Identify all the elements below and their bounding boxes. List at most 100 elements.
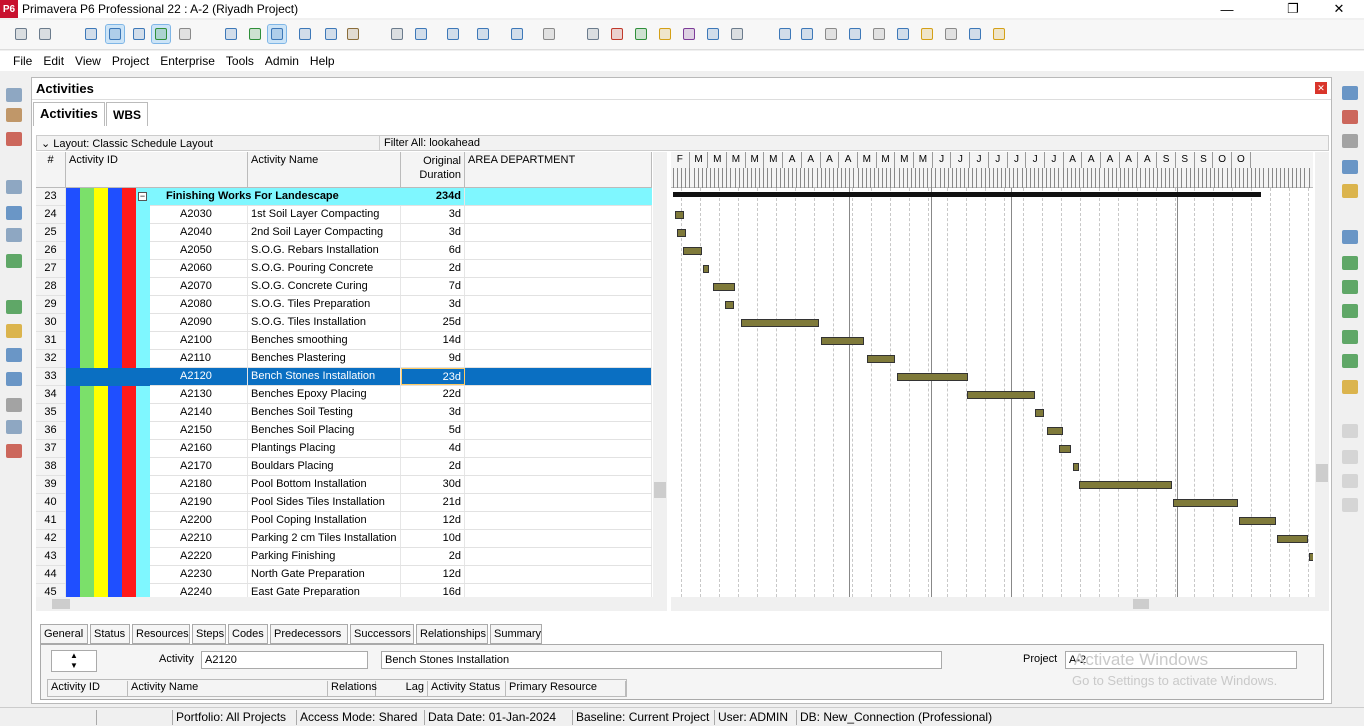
duration-cell[interactable]: 12d	[401, 512, 465, 529]
area-department-cell[interactable]	[465, 260, 652, 277]
duration-cell[interactable]: 2d	[401, 458, 465, 475]
tab-status[interactable]: Status	[90, 624, 130, 644]
tab-relationships[interactable]: Relationships	[416, 624, 488, 644]
area-department-cell[interactable]	[465, 458, 652, 475]
activity-bar[interactable]	[1073, 463, 1079, 471]
toolbar-icon-28[interactable]	[822, 25, 840, 43]
activity-id-cell[interactable]: A2130	[180, 386, 248, 403]
duration-cell[interactable]: 22d	[401, 386, 465, 403]
column-duration[interactable]: Original Duration	[401, 152, 465, 188]
activity-bar[interactable]	[867, 355, 895, 363]
left-tool-icon-4[interactable]	[6, 206, 22, 220]
activity-id-cell[interactable]: A2040	[180, 224, 248, 241]
toolbar-icon-21[interactable]	[632, 25, 650, 43]
close-button[interactable]: ✕	[1316, 0, 1362, 18]
table-row[interactable]: 32 A2110 Benches Plastering 9d	[36, 350, 652, 368]
activity-name-cell[interactable]: Benches Soil Testing	[248, 404, 401, 421]
activity-bar[interactable]	[683, 247, 702, 255]
detail-column-3[interactable]: Lag	[376, 681, 428, 696]
detail-column-1[interactable]: Activity Name	[128, 681, 328, 696]
activity-bar[interactable]	[897, 373, 968, 381]
duration-cell[interactable]: 3d	[401, 224, 465, 241]
duration-cell[interactable]: 9d	[401, 350, 465, 367]
area-department-cell[interactable]	[465, 494, 652, 511]
menu-project[interactable]: Project	[112, 54, 149, 68]
menu-view[interactable]: View	[75, 54, 101, 68]
activity-name-cell[interactable]: Benches Epoxy Placing	[248, 386, 401, 403]
activity-name-cell[interactable]: Pool Coping Installation	[248, 512, 401, 529]
tab-successors[interactable]: Successors	[350, 624, 414, 644]
table-row[interactable]: 29 A2080 S.O.G. Tiles Preparation 3d	[36, 296, 652, 314]
nav-updown-icon[interactable]: ▲ ▼	[51, 650, 97, 672]
maximize-button[interactable]: ❐	[1270, 0, 1316, 18]
activity-name-cell[interactable]: 1st Soil Layer Compacting	[248, 206, 401, 223]
activity-name-cell[interactable]: East Gate Preparation	[248, 584, 401, 597]
right-tool-icon-3[interactable]	[1342, 160, 1358, 174]
table-row[interactable]: 43 A2220 Parking Finishing 2d	[36, 548, 652, 566]
duration-cell[interactable]: 2d	[401, 548, 465, 565]
activity-bar[interactable]	[1059, 445, 1071, 453]
duration-cell[interactable]: 14d	[401, 332, 465, 349]
area-department-cell[interactable]	[465, 548, 652, 565]
toolbar-icon-33[interactable]	[942, 25, 960, 43]
activity-name-cell[interactable]: S.O.G. Pouring Concrete	[248, 260, 401, 277]
tab-predecessors[interactable]: Predecessors	[270, 624, 348, 644]
toolbar-icon-31[interactable]	[894, 25, 912, 43]
left-tool-icon-11[interactable]	[6, 398, 22, 412]
table-row[interactable]: 25 A2040 2nd Soil Layer Compacting 3d	[36, 224, 652, 242]
table-row[interactable]: 42 A2210 Parking 2 cm Tiles Installation 10…	[36, 530, 652, 548]
activity-id-cell[interactable]: A2090	[180, 314, 248, 331]
area-department-cell[interactable]	[465, 242, 652, 259]
right-tool-icon-9[interactable]	[1342, 330, 1358, 344]
activity-id-cell[interactable]: A2100	[180, 332, 248, 349]
toolbar-icon-24[interactable]	[704, 25, 722, 43]
toolbar-icon-4[interactable]	[130, 25, 148, 43]
right-tool-icon-2[interactable]	[1342, 134, 1358, 148]
activity-name-cell[interactable]: Pool Bottom Installation	[248, 476, 401, 493]
activity-bar[interactable]	[725, 301, 734, 309]
activity-name-cell[interactable]: Pool Sides Tiles Installation	[248, 494, 401, 511]
left-tool-icon-8[interactable]	[6, 324, 22, 338]
activity-bar[interactable]	[1309, 553, 1313, 561]
activity-name-cell[interactable]: Parking Finishing	[248, 548, 401, 565]
duration-cell[interactable]: 3d	[401, 206, 465, 223]
right-tool-icon-4[interactable]	[1342, 184, 1358, 198]
toolbar-icon-13[interactable]	[388, 25, 406, 43]
left-tool-icon-0[interactable]	[6, 88, 22, 102]
toolbar-icon-22[interactable]	[656, 25, 674, 43]
activity-id-cell[interactable]: A2190	[180, 494, 248, 511]
detail-column-4[interactable]: Activity Status	[428, 681, 506, 696]
left-tool-icon-3[interactable]	[6, 180, 22, 194]
toolbar-icon-27[interactable]	[798, 25, 816, 43]
toolbar-icon-23[interactable]	[680, 25, 698, 43]
activity-id-cell[interactable]: A2050	[180, 242, 248, 259]
duration-cell[interactable]: 2d	[401, 260, 465, 277]
right-tool-icon-13[interactable]	[1342, 450, 1358, 464]
duration-cell[interactable]: 12d	[401, 566, 465, 583]
table-row[interactable]: 31 A2100 Benches smoothing 14d	[36, 332, 652, 350]
detail-column-2[interactable]: Relations	[328, 681, 377, 696]
area-department-cell[interactable]	[465, 368, 652, 385]
tab-general[interactable]: General	[40, 624, 88, 644]
activity-id-cell[interactable]: A2200	[180, 512, 248, 529]
tab-steps[interactable]: Steps	[192, 624, 226, 644]
area-department-cell[interactable]	[465, 278, 652, 295]
right-tool-icon-10[interactable]	[1342, 354, 1358, 368]
column-activity-id[interactable]: Activity ID	[66, 152, 248, 188]
activity-bar[interactable]	[741, 319, 819, 327]
right-tool-icon-6[interactable]	[1342, 256, 1358, 270]
toolbar-icon-14[interactable]	[412, 25, 430, 43]
table-row[interactable]: 27 A2060 S.O.G. Pouring Concrete 2d	[36, 260, 652, 278]
area-department-cell[interactable]	[465, 206, 652, 223]
duration-cell[interactable]: 25d	[401, 314, 465, 331]
detail-column-5[interactable]: Primary Resource	[506, 681, 626, 696]
activity-name-cell[interactable]: Bouldars Placing	[248, 458, 401, 475]
toolbar-icon-11[interactable]	[322, 25, 340, 43]
activity-name-cell[interactable]: S.O.G. Tiles Preparation	[248, 296, 401, 313]
area-department-cell[interactable]	[465, 296, 652, 313]
activity-id-cell[interactable]: A2220	[180, 548, 248, 565]
left-tool-icon-6[interactable]	[6, 254, 22, 268]
left-tool-icon-5[interactable]	[6, 228, 22, 242]
toolbar-icon-35[interactable]	[990, 25, 1008, 43]
activity-bar[interactable]	[1079, 481, 1172, 489]
